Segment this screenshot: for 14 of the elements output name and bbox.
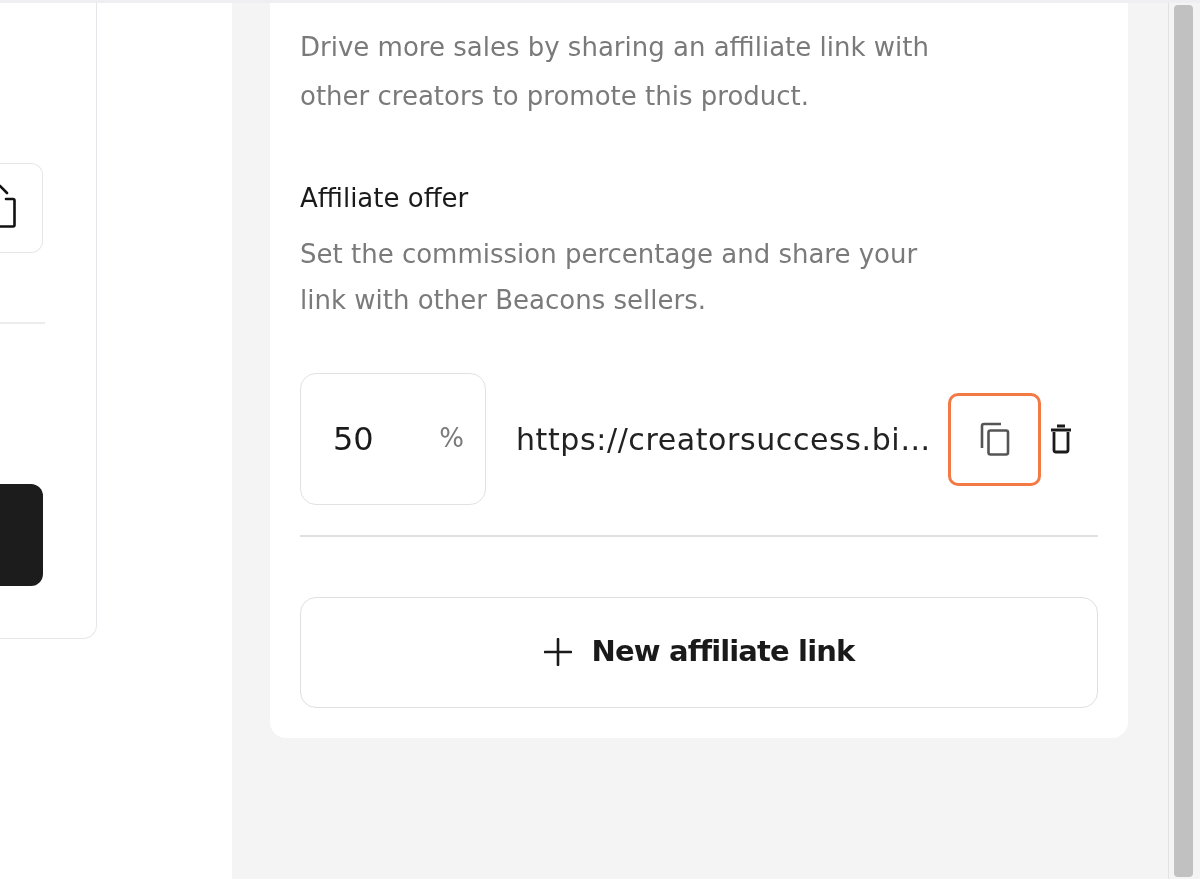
link-url: https://creatorsuccess.bi… bbox=[516, 420, 931, 459]
new-link-button[interactable]: New affiliate link bbox=[300, 596, 1098, 708]
delete-button[interactable] bbox=[1050, 424, 1072, 454]
section-description: Set the commission percentage and share your link with other Beacons sellers. bbox=[300, 238, 919, 317]
copy-icon bbox=[979, 422, 1010, 456]
trash-icon bbox=[1050, 424, 1072, 454]
scrollbar-thumb[interactable] bbox=[1174, 5, 1193, 877]
copy-button[interactable] bbox=[948, 392, 1041, 486]
section-heading: Affiliate offer bbox=[300, 182, 470, 215]
percent-suffix: % bbox=[439, 422, 464, 455]
icon-button[interactable] bbox=[0, 163, 43, 253]
share-icon bbox=[0, 184, 16, 228]
description-text: Drive more sales by sharing an affiliate link with other creators to promote this product. bbox=[300, 31, 930, 113]
plus-icon bbox=[543, 638, 572, 666]
